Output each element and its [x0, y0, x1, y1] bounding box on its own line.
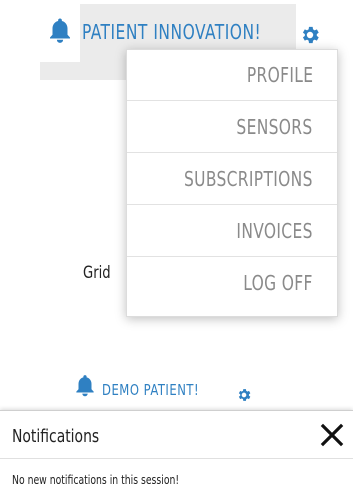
user-name-link[interactable]: PATIENT INNOVATION! — [82, 20, 261, 44]
bell-icon[interactable] — [45, 16, 75, 46]
menu-item-sensors[interactable]: SENSORS — [127, 102, 337, 153]
menu-item-label: SENSORS — [236, 115, 313, 139]
menu-item-log-off[interactable]: LOG OFF — [127, 258, 337, 309]
background-text: Grid — [83, 263, 111, 283]
header-hover-strip — [40, 62, 126, 80]
notifications-panel: Notifications No new notifications in th… — [0, 410, 353, 502]
gear-icon[interactable] — [299, 24, 321, 46]
notifications-title: Notifications — [12, 426, 100, 447]
menu-item-label: LOG OFF — [243, 271, 313, 295]
menu-item-label: PROFILE — [246, 63, 313, 87]
notifications-message: No new notifications in this session! — [12, 473, 180, 487]
menu-item-profile[interactable]: PROFILE — [127, 50, 337, 101]
menu-item-invoices[interactable]: INVOICES — [127, 206, 337, 257]
menu-item-subscriptions[interactable]: SUBSCRIPTIONS — [127, 154, 337, 205]
bell-icon[interactable] — [72, 373, 98, 399]
user-name-link[interactable]: DEMO PATIENT! — [102, 381, 199, 399]
user-dropdown-menu: PROFILE SENSORS SUBSCRIPTIONS INVOICES L… — [126, 49, 338, 317]
menu-item-label: INVOICES — [236, 219, 313, 243]
close-icon[interactable] — [318, 421, 346, 449]
notifications-header: Notifications — [0, 411, 353, 459]
gear-icon[interactable] — [236, 387, 252, 403]
menu-item-label: SUBSCRIPTIONS — [184, 167, 313, 191]
